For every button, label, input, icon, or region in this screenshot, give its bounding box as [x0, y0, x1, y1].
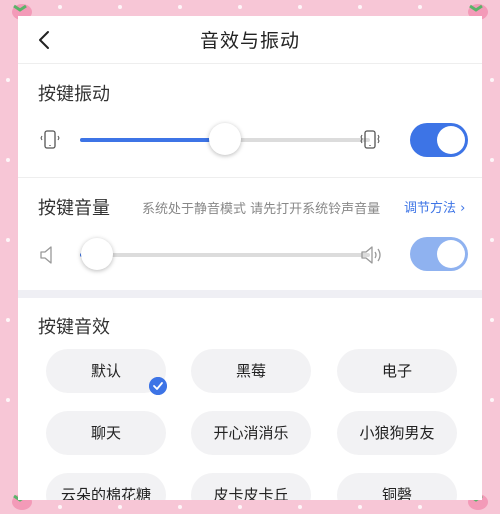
volume-track[interactable]	[80, 253, 370, 257]
volume-toggle-knob	[437, 240, 465, 268]
sound-option-chip[interactable]: 聊天	[46, 411, 166, 455]
volume-section-title: 按键音量	[38, 198, 110, 219]
sound-option-chip[interactable]: 皮卡皮卡丘	[191, 473, 311, 500]
sound-option-chip[interactable]: 小狼狗男友	[337, 411, 457, 455]
sound-option-chip[interactable]: 开心消消乐	[191, 411, 311, 455]
volume-toggle[interactable]	[410, 237, 468, 271]
mute-hint: 系统处于静音模式 请先打开系统铃声音量	[142, 202, 381, 217]
vibration-slider-thumb[interactable]	[209, 123, 241, 155]
selected-check-icon	[149, 377, 167, 395]
sound-option-chip[interactable]: 黑莓	[191, 349, 311, 393]
vibration-slider[interactable]	[38, 120, 478, 160]
sound-option-chip[interactable]: 电子	[337, 349, 457, 393]
sound-option-chip[interactable]: 云朵的棉花糖	[46, 473, 166, 500]
vibration-toggle[interactable]	[410, 123, 468, 157]
volume-slider[interactable]	[38, 235, 478, 275]
volume-slider-thumb[interactable]	[81, 238, 114, 270]
vibration-toggle-knob	[437, 126, 465, 154]
speaker-low-icon	[40, 246, 52, 264]
top-bar: 音效与振动	[18, 16, 482, 64]
sound-option-chip[interactable]: 铜磬	[337, 473, 457, 500]
vibration-section-title: 按键振动	[38, 84, 110, 105]
sound-effect-section-title: 按键音效	[38, 317, 110, 338]
sound-option-chip[interactable]: 默认	[46, 349, 166, 393]
page-title: 音效与振动	[199, 30, 300, 52]
adjust-method-link[interactable]: 调节方法 ›	[404, 197, 465, 216]
phone-vibrate-high-icon	[360, 130, 380, 149]
settings-screen: 音效与振动 按键振动 按键音量 系统处于静音模式 请先打开系统铃声音量 调节方法…	[18, 16, 482, 500]
speaker-high-icon	[361, 246, 381, 264]
divider	[18, 177, 482, 178]
phone-vibrate-low-icon	[40, 130, 60, 149]
section-gap	[18, 290, 482, 298]
vibration-track-fill	[80, 138, 225, 142]
